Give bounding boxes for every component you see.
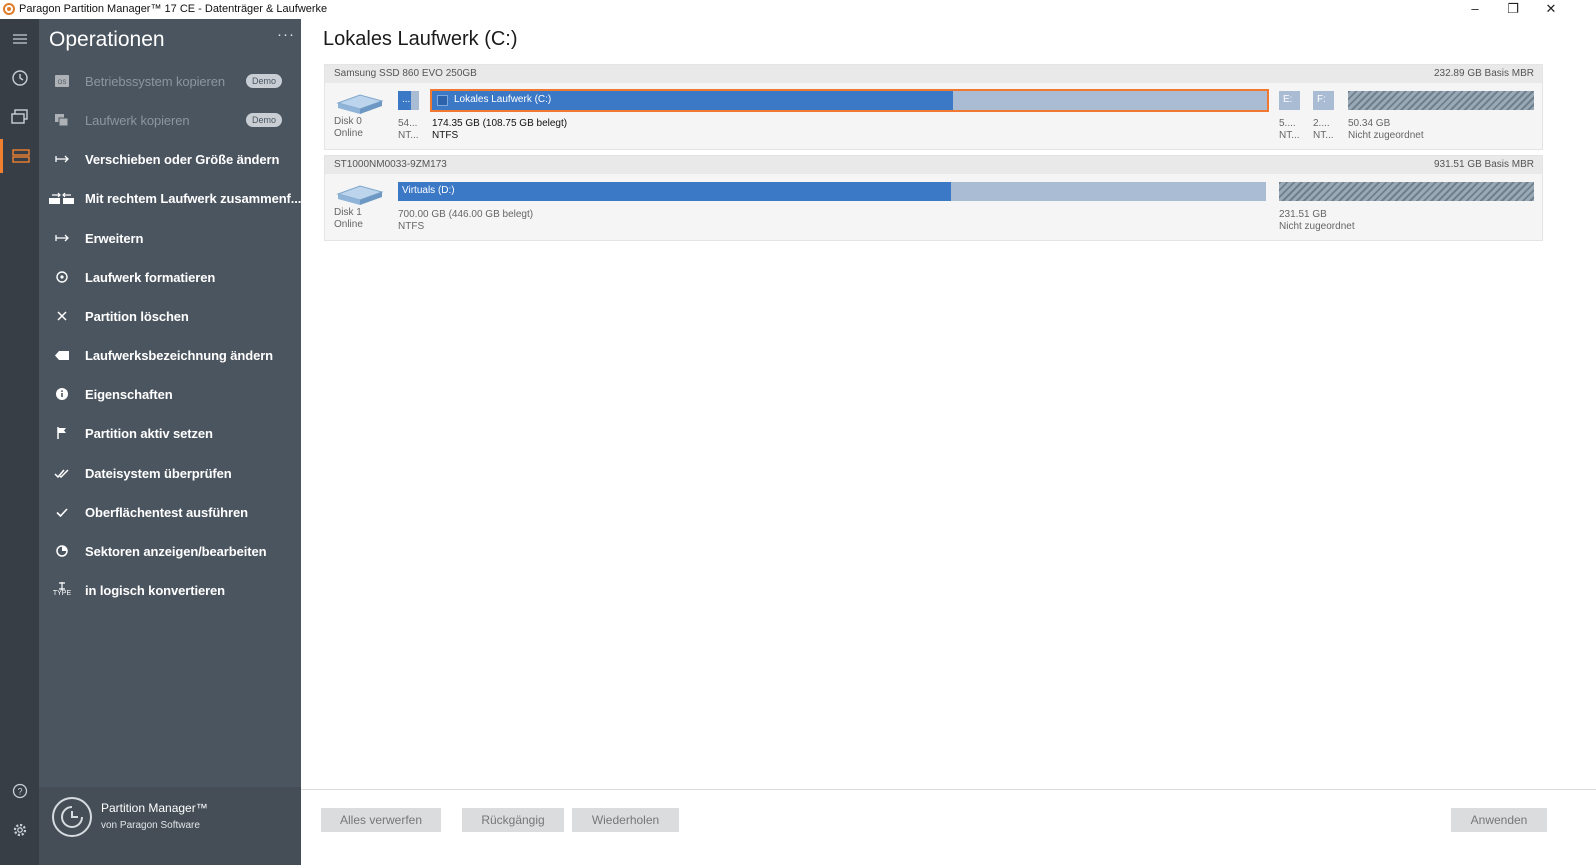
- main-content: Lokales Laufwerk (C:) Samsung SSD 860 EV…: [301, 19, 1596, 865]
- os-copy-icon: OS: [39, 66, 85, 96]
- op-change-label[interactable]: Laufwerksbezeichnung ändern: [39, 340, 301, 370]
- op-copy-volume[interactable]: Laufwerk kopieren Demo: [39, 105, 301, 135]
- partition-bar[interactable]: ...: [398, 91, 419, 110]
- hamburger-menu-icon[interactable]: [0, 22, 39, 56]
- unallocated-label: Nicht zugeordnet: [1279, 221, 1355, 232]
- hard-disk-icon[interactable]: [336, 182, 384, 206]
- minimize-button[interactable]: –: [1456, 0, 1494, 19]
- merge-icon: [39, 183, 85, 213]
- partition-fs: NTFS: [398, 221, 425, 232]
- op-view-sectors[interactable]: Sektoren anzeigen/bearbeiten: [39, 536, 301, 566]
- partition-bar[interactable]: Virtuals (D:): [398, 182, 1266, 201]
- label-icon: [39, 340, 85, 370]
- partition-fs: NT...: [1313, 130, 1334, 141]
- disk-size: 232.89 GB Basis MBR: [1433, 68, 1534, 79]
- flag-icon: [39, 418, 85, 448]
- unallocated-label: Nicht zugeordnet: [1348, 130, 1424, 141]
- disk-card: Samsung SSD 860 EVO 250GB 232.89 GB Basi…: [324, 64, 1543, 150]
- disk-number: Disk 1: [334, 207, 362, 218]
- brand-footer: Partition Manager™ von Paragon Software: [39, 787, 301, 865]
- partition-size: 54...: [398, 118, 418, 129]
- undo-button[interactable]: Rückgängig: [462, 808, 564, 832]
- more-options-icon[interactable]: ···: [277, 26, 295, 43]
- restore-button[interactable]: ❐: [1494, 0, 1532, 19]
- expand-icon: [39, 223, 85, 253]
- partition-size: 700.00 GB (446.00 GB belegt): [398, 209, 534, 220]
- disk-model: ST1000NM0033-9ZM173: [334, 159, 447, 170]
- partition-fs: NTFS: [432, 130, 459, 141]
- partition-size: 174.35 GB (108.75 GB belegt): [432, 118, 568, 129]
- partition-size: 2....: [1313, 118, 1330, 129]
- close-button[interactable]: ✕: [1532, 0, 1570, 19]
- disk-header: ST1000NM0033-9ZM173 931.51 GB Basis MBR: [325, 156, 1542, 174]
- disk-card: ST1000NM0033-9ZM173 931.51 GB Basis MBR …: [324, 155, 1543, 241]
- windows-icon: [437, 95, 448, 106]
- brand-name: Partition Manager™: [101, 801, 208, 815]
- disk-size: 931.51 GB Basis MBR: [1433, 159, 1534, 170]
- unallocated-space-bar[interactable]: [1348, 91, 1534, 110]
- unallocated-space-bar[interactable]: [1279, 182, 1534, 201]
- partition-bar-selected[interactable]: Lokales Laufwerk (C:): [430, 89, 1269, 112]
- window-title: Paragon Partition Manager™ 17 CE - Daten…: [19, 3, 328, 15]
- disk-status: Online: [334, 128, 363, 139]
- used-space: [398, 182, 951, 201]
- disk-status: Online: [334, 219, 363, 230]
- op-move-resize[interactable]: Verschieben oder Größe ändern: [39, 144, 301, 174]
- double-check-icon: [39, 458, 85, 488]
- check-icon: [39, 497, 85, 527]
- delete-icon: [39, 301, 85, 331]
- operations-panel: Operationen ··· OS Betriebssystem kopier…: [39, 19, 301, 865]
- op-set-active[interactable]: Partition aktiv setzen: [39, 418, 301, 448]
- op-format[interactable]: Laufwerk formatieren: [39, 262, 301, 292]
- op-convert-logical[interactable]: TYPE in logisch konvertieren: [39, 575, 301, 605]
- demo-badge: Demo: [245, 74, 282, 88]
- disk-number: Disk 0: [334, 116, 362, 127]
- op-properties[interactable]: Eigenschaften: [39, 379, 301, 409]
- partition-fs: NT...: [1279, 130, 1300, 141]
- operations-title: Operationen: [49, 28, 165, 51]
- action-footer: Alles verwerfen Rückgängig Wiederholen A…: [301, 789, 1596, 865]
- brand-vendor: von Paragon Software: [101, 820, 200, 831]
- partition-fs: NT...: [398, 130, 419, 141]
- apply-button[interactable]: Anwenden: [1451, 808, 1547, 832]
- format-icon: [39, 262, 85, 292]
- unallocated-size: 50.34 GB: [1348, 118, 1391, 129]
- app-logo-icon: [3, 3, 15, 15]
- partition-bar[interactable]: E:: [1279, 91, 1300, 110]
- disks-volumes-icon[interactable]: [0, 139, 39, 173]
- op-expand[interactable]: Erweitern: [39, 223, 301, 253]
- op-merge-right[interactable]: Mit rechtem Laufwerk zusammenf...: [39, 183, 301, 213]
- icon-rail: ?: [0, 19, 39, 865]
- backup-icon[interactable]: [0, 100, 39, 134]
- op-delete-partition[interactable]: Partition löschen: [39, 301, 301, 331]
- demo-badge: Demo: [245, 113, 282, 127]
- op-check-filesystem[interactable]: Dateisystem überprüfen: [39, 458, 301, 488]
- copy-icon: [39, 105, 85, 135]
- hard-disk-icon[interactable]: [336, 91, 384, 115]
- history-icon[interactable]: [0, 61, 39, 95]
- disk-model: Samsung SSD 860 EVO 250GB: [334, 68, 477, 79]
- partition-bar[interactable]: F:: [1313, 91, 1334, 110]
- svg-text:OS: OS: [58, 80, 67, 86]
- op-copy-os[interactable]: OS Betriebssystem kopieren Demo: [39, 66, 301, 96]
- help-icon[interactable]: ?: [0, 774, 39, 808]
- disk-header: Samsung SSD 860 EVO 250GB 232.89 GB Basi…: [325, 65, 1542, 83]
- discard-all-button[interactable]: Alles verwerfen: [321, 808, 441, 832]
- title-bar: Paragon Partition Manager™ 17 CE - Daten…: [0, 0, 1596, 19]
- op-surface-test[interactable]: Oberflächentest ausführen: [39, 497, 301, 527]
- partition-size: 5....: [1279, 118, 1296, 129]
- sector-icon: [39, 536, 85, 566]
- svg-text:?: ?: [17, 787, 22, 797]
- type-icon: TYPE: [39, 575, 85, 605]
- resize-icon: [39, 144, 85, 174]
- redo-button[interactable]: Wiederholen: [572, 808, 679, 832]
- page-title: Lokales Laufwerk (C:): [323, 28, 518, 50]
- unallocated-size: 231.51 GB: [1279, 209, 1327, 220]
- partition-manager-logo-icon: [52, 797, 92, 837]
- settings-gear-icon[interactable]: [0, 813, 39, 847]
- info-icon: [39, 379, 85, 409]
